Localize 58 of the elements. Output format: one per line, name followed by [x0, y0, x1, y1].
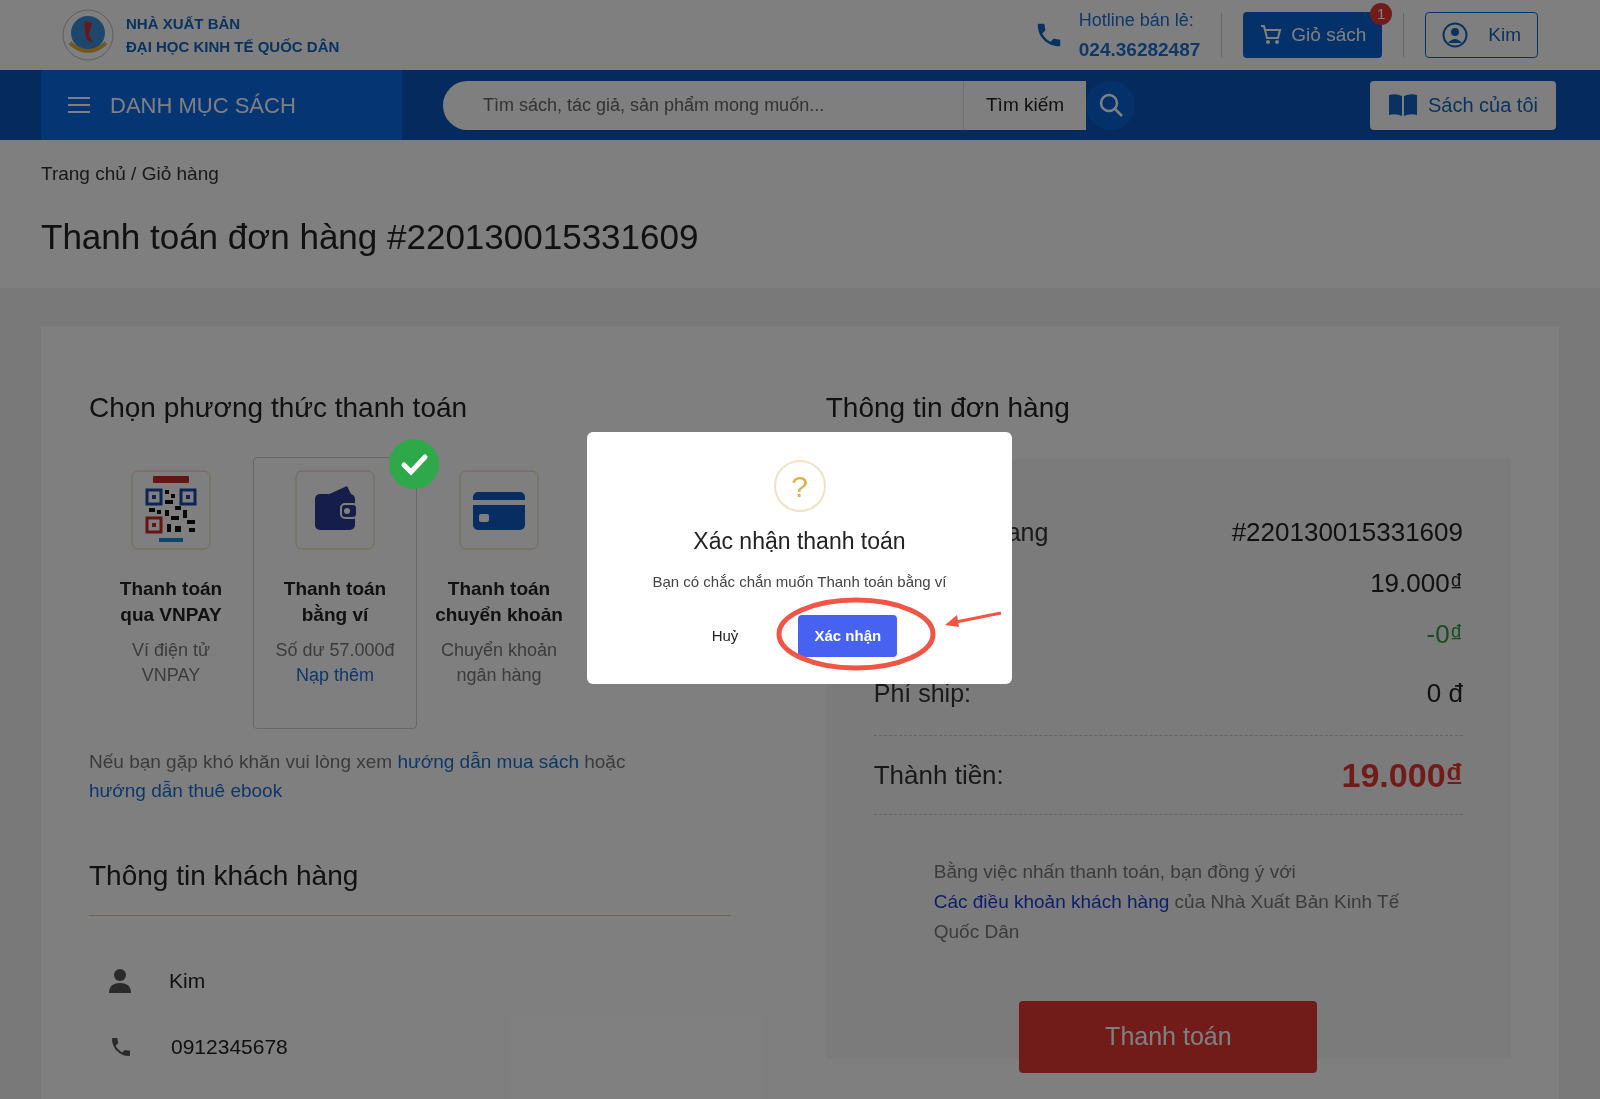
customer-detail: 0912345678: [171, 1034, 288, 1061]
search-field[interactable]: Tìm sách, tác giả, sản phẩm mong muốn...: [443, 80, 963, 130]
qr-code-icon: [131, 470, 211, 550]
publisher-name: NHÀ XUẤT BẢN: [126, 14, 242, 34]
help-link[interactable]: hướng dẫn mua sách: [397, 751, 579, 772]
pay-button[interactable]: Thanh toán: [1019, 1001, 1318, 1073]
payment-method-subtitle: Số dư 57.000đ: [274, 639, 396, 662]
check-icon: [389, 439, 439, 489]
publisher-name: ĐẠI HỌC KINH TẾ QUỐC DÂN: [126, 37, 340, 57]
payment-method-title: Thanh toán chuyển khoản: [434, 577, 564, 627]
section-heading: Chọn phương thức thanh toán: [89, 391, 469, 425]
search-icon: [1097, 92, 1124, 118]
my-books-button[interactable]: Sách của tôi: [1369, 80, 1556, 130]
section-heading: Thông tin khách hàng: [89, 859, 360, 893]
order-value: 0 đ: [1426, 677, 1463, 710]
payment-method-title: Thanh toán bằng ví: [282, 577, 388, 627]
page-title: Thanh toán đơn hàng #220130015331609: [41, 215, 700, 258]
wallet-icon: [295, 470, 375, 550]
phone-icon: [109, 1035, 133, 1059]
total-value: 19.000₫: [1341, 754, 1463, 796]
question-icon: ?: [773, 460, 826, 512]
confirm-button[interactable]: Xác nhận: [798, 615, 898, 657]
cancel-button[interactable]: Huỷ: [701, 615, 749, 657]
hotline-number: 024.36282487: [1078, 38, 1201, 62]
payment-method-subtitle: Ví điện tử VNPAY: [130, 639, 212, 687]
payment-option[interactable]: Thanh toán qua VNPAY Ví điện tử VNPAY: [89, 457, 253, 729]
book-icon: [1387, 93, 1418, 117]
breadcrumb: Trang chủ / Giỏ hàng: [41, 162, 220, 186]
help-link[interactable]: hướng dẫn thuê ebook: [89, 780, 283, 801]
order-label: Phí ship:: [873, 677, 971, 709]
payment-option[interactable]: Thanh toán chuyển khoản Chuyển khoản ngân hàng: [417, 457, 581, 729]
category-label: DANH MỤC SÁCH: [110, 91, 296, 120]
terms-text: Bằng việc nhấn thanh toán, bạn đồng ý với Các điều khoản khách hàng của Nhà Xuất Bản Kinh Tế Quốc Dân: [933, 860, 1401, 944]
cart-icon: [1259, 23, 1284, 47]
section-heading: Thông tin đơn hàng: [825, 391, 1071, 425]
credit-card-icon: [459, 470, 539, 550]
payment-option[interactable]: Thanh toán bằng ví Số dư 57.000đ Nạp thêm: [253, 457, 417, 729]
user-icon: [1442, 22, 1469, 48]
help-text: Nếu bạn gặp khó khăn vui lòng xem hướng dẫn mua sách hoặc hướng dẫn thuê ebook: [89, 750, 627, 803]
payment-method-subtitle: Chuyển khoản ngân hàng: [439, 639, 559, 687]
menu-icon: [68, 96, 90, 114]
cart-count-badge: 1: [1370, 3, 1393, 25]
order-value: 19.000₫: [1370, 567, 1463, 600]
search-label[interactable]: Tìm kiếm: [963, 80, 1087, 130]
dialog-title: Xác nhận thanh toán: [693, 527, 906, 556]
payment-method-title: Thanh toán qua VNPAY: [118, 577, 224, 627]
top-up-link[interactable]: Nạp thêm: [295, 663, 374, 688]
total-label: Thành tiền:: [873, 758, 1004, 792]
dialog-message: Bạn có chắc chắn muốn Thanh toán bằng ví: [652, 571, 947, 592]
hotline-label: Hotline bán lẻ:: [1078, 9, 1195, 32]
logo-icon: [62, 9, 114, 61]
order-value: -0₫: [1426, 618, 1463, 651]
category-menu[interactable]: DANH MỤC SÁCH: [41, 70, 402, 140]
order-value: #220130015331609: [1231, 516, 1463, 549]
terms-link[interactable]: Các điều khoản khách hàng: [933, 891, 1170, 912]
account-button[interactable]: Kim: [1425, 12, 1538, 58]
customer-detail: Kim: [169, 968, 206, 995]
person-icon: [109, 969, 131, 993]
